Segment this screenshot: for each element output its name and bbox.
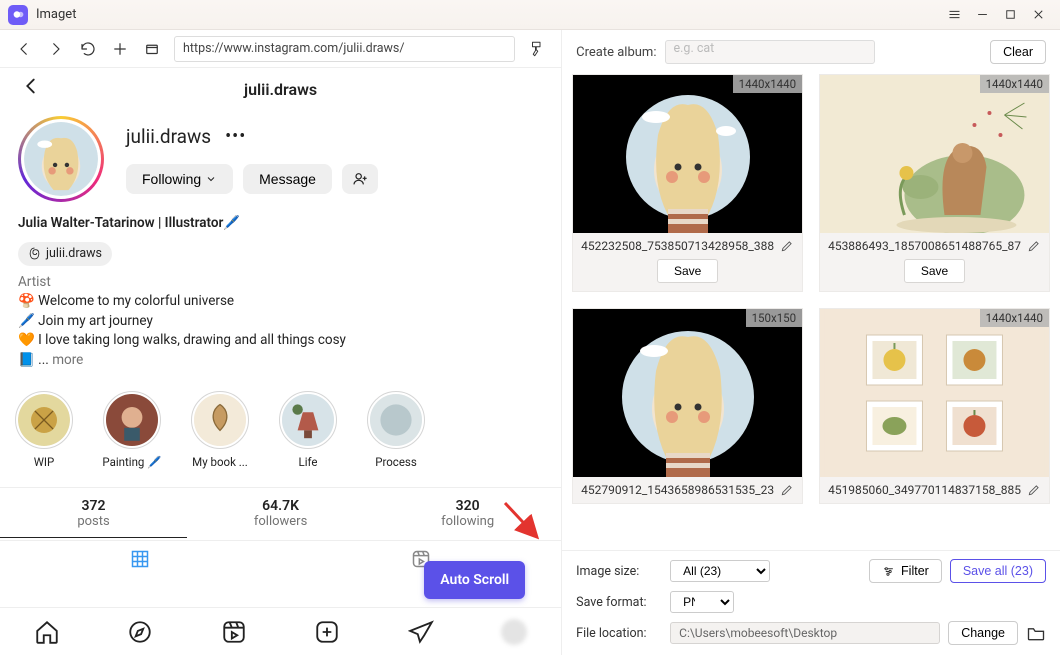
ig-header-title: julii.draws bbox=[244, 80, 317, 99]
bio-line: 🖊️ Join my art journey bbox=[18, 312, 543, 332]
ig-username: julii.draws bbox=[126, 125, 211, 148]
rename-icon[interactable] bbox=[780, 239, 794, 253]
dimension-badge: 150x150 bbox=[746, 309, 802, 327]
story-highlights: WIP Painting 🖊️ My book ... Life Process bbox=[0, 375, 561, 473]
message-button[interactable]: Message bbox=[243, 164, 332, 194]
rename-icon[interactable] bbox=[1027, 239, 1041, 253]
save-format-select[interactable]: PNG bbox=[670, 591, 734, 613]
avatar[interactable] bbox=[18, 116, 104, 202]
image-thumbnail[interactable]: 1440x1440 bbox=[573, 75, 802, 233]
ig-category: Artist bbox=[18, 273, 543, 293]
image-filename: 452790912_1543658986531535_23 bbox=[581, 483, 774, 497]
image-card: 1440x1440 453886493_1857008651488765_87 … bbox=[819, 74, 1050, 292]
image-thumbnail[interactable]: 1440x1440 bbox=[820, 75, 1049, 233]
story-label: Process bbox=[375, 455, 417, 469]
profile-nav-avatar[interactable] bbox=[501, 619, 527, 645]
dimension-badge: 1440x1440 bbox=[980, 75, 1049, 93]
browser-toolbar: https://www.instagram.com/julii.draws/ bbox=[0, 30, 561, 68]
image-thumbnail[interactable]: 150x150 bbox=[573, 309, 802, 477]
image-thumbnail[interactable]: 1440x1440 bbox=[820, 309, 1049, 477]
ig-back-icon[interactable] bbox=[20, 75, 42, 103]
hamburger-menu-icon[interactable] bbox=[940, 1, 968, 29]
tab-icon[interactable] bbox=[142, 39, 162, 59]
save-image-button[interactable]: Save bbox=[657, 259, 718, 283]
bio-line: 📘 ... more bbox=[18, 351, 543, 371]
file-location-label: File location: bbox=[576, 626, 662, 641]
add-user-button[interactable] bbox=[342, 164, 378, 194]
change-location-button[interactable]: Change bbox=[948, 621, 1018, 645]
stat-followers[interactable]: 64.7K followers bbox=[187, 488, 374, 538]
story-highlight[interactable]: Process bbox=[364, 391, 428, 469]
story-highlight[interactable]: Painting 🖊️ bbox=[100, 391, 164, 469]
create-album-input[interactable]: e.g. cat bbox=[665, 40, 875, 64]
save-format-label: Save format: bbox=[576, 595, 662, 610]
home-icon[interactable] bbox=[34, 619, 60, 645]
app-title: Imaget bbox=[36, 7, 76, 22]
app-logo-icon bbox=[8, 5, 28, 25]
grid-tab-icon[interactable] bbox=[130, 549, 150, 573]
filter-button[interactable]: Filter bbox=[869, 559, 942, 583]
ig-more-icon[interactable]: ••• bbox=[225, 126, 246, 147]
dimension-badge: 1440x1440 bbox=[980, 309, 1049, 327]
image-filename: 453886493_1857008651488765_87 bbox=[828, 239, 1021, 253]
open-folder-icon[interactable] bbox=[1026, 623, 1046, 643]
reels-icon[interactable] bbox=[221, 619, 247, 645]
stat-posts[interactable]: 372 posts bbox=[0, 488, 187, 538]
ig-bottom-nav bbox=[0, 607, 561, 655]
following-button[interactable]: Following bbox=[126, 164, 233, 194]
story-highlight[interactable]: WIP bbox=[12, 391, 76, 469]
ig-full-name: Julia Walter-Tatarinow | Illustrator🖊️ bbox=[18, 214, 543, 234]
dimension-badge: 1440x1440 bbox=[733, 75, 802, 93]
url-input[interactable]: https://www.instagram.com/julii.draws/ bbox=[174, 36, 515, 62]
image-size-select[interactable]: All (23) bbox=[670, 560, 770, 582]
story-label: My book ... bbox=[192, 455, 248, 469]
story-highlight[interactable]: My book ... bbox=[188, 391, 252, 469]
messages-icon[interactable] bbox=[408, 619, 434, 645]
story-label: WIP bbox=[34, 455, 55, 469]
ig-stats: 372 posts 64.7K followers 320 following bbox=[0, 487, 561, 538]
rename-icon[interactable] bbox=[1027, 483, 1041, 497]
story-label: Painting 🖊️ bbox=[102, 455, 161, 469]
stat-following[interactable]: 320 following bbox=[374, 488, 561, 538]
threads-chip[interactable]: julii.draws bbox=[18, 242, 112, 266]
story-highlight[interactable]: Life bbox=[276, 391, 340, 469]
ig-bio: Julia Walter-Tatarinow | Illustrator🖊️ j… bbox=[0, 206, 561, 375]
back-icon[interactable] bbox=[14, 39, 34, 59]
bio-line: 🍄 Welcome to my colorful universe bbox=[18, 292, 543, 312]
image-filename: 451985060_349770114837158_885 bbox=[828, 483, 1021, 497]
file-location-field[interactable]: C:\Users\mobeesoft\Desktop bbox=[670, 622, 940, 644]
bio-line: 🧡 I love taking long walks, drawing and … bbox=[18, 331, 543, 351]
paint-icon[interactable] bbox=[527, 39, 547, 59]
save-all-button[interactable]: Save all (23) bbox=[950, 559, 1046, 583]
clear-button[interactable]: Clear bbox=[990, 40, 1046, 64]
image-card: 150x150 452790912_1543658986531535_23 bbox=[572, 308, 803, 504]
auto-scroll-button[interactable]: Auto Scroll bbox=[424, 561, 525, 599]
close-button[interactable] bbox=[1024, 1, 1052, 29]
reload-icon[interactable] bbox=[78, 39, 98, 59]
image-card: 1440x1440 452232508_753850713428958_388 … bbox=[572, 74, 803, 292]
bio-more[interactable]: more bbox=[52, 352, 83, 368]
save-image-button[interactable]: Save bbox=[904, 259, 965, 283]
create-icon[interactable] bbox=[314, 619, 340, 645]
rename-icon[interactable] bbox=[780, 483, 794, 497]
explore-icon[interactable] bbox=[127, 619, 153, 645]
create-album-label: Create album: bbox=[576, 45, 656, 60]
window-titlebar: Imaget bbox=[0, 0, 1060, 30]
image-card: 1440x1440 451985060_349770114837158_885 bbox=[819, 308, 1050, 504]
minimize-button[interactable] bbox=[968, 1, 996, 29]
image-size-label: Image size: bbox=[576, 564, 662, 579]
maximize-button[interactable] bbox=[996, 1, 1024, 29]
story-label: Life bbox=[299, 455, 318, 469]
add-icon[interactable] bbox=[110, 39, 130, 59]
ig-header: julii.draws bbox=[0, 68, 561, 110]
image-filename: 452232508_753850713428958_388 bbox=[581, 239, 774, 253]
forward-icon[interactable] bbox=[46, 39, 66, 59]
